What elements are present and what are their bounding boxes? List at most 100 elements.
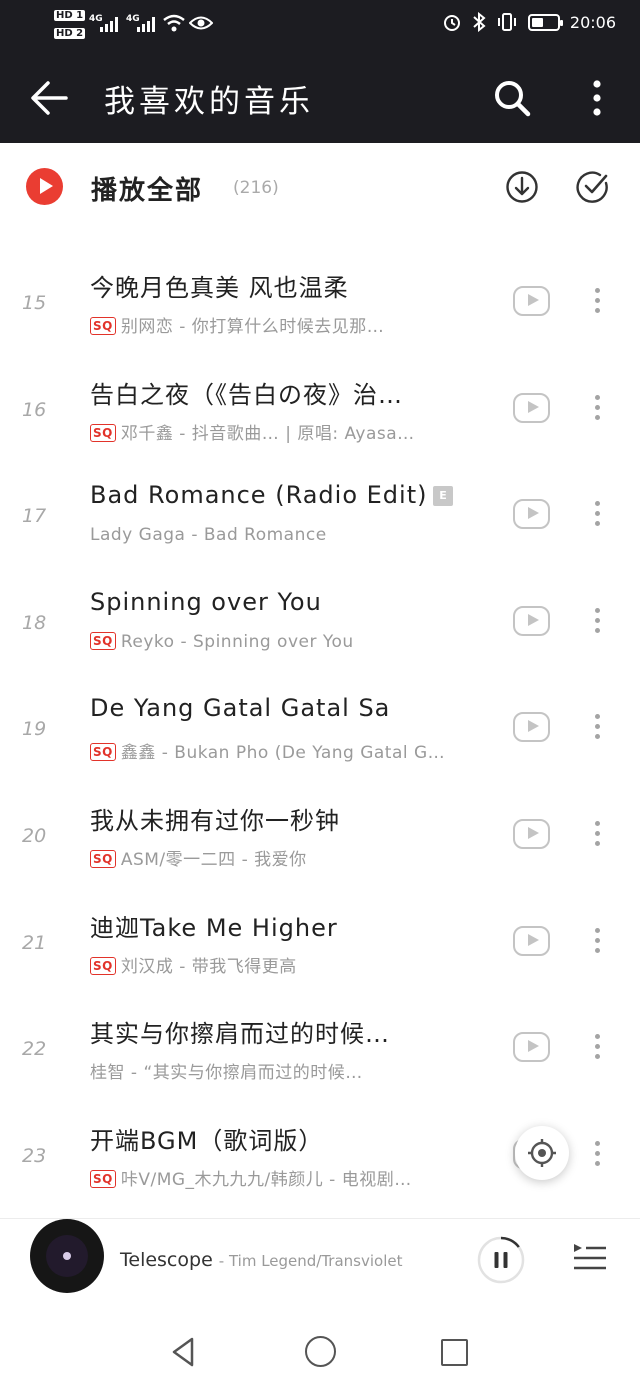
song-title-text: 其实与你擦肩而过的时候… <box>90 1020 390 1049</box>
song-title-text: De Yang Gatal Gatal Sa <box>90 694 391 723</box>
song-index: 16 <box>22 398 47 421</box>
song-index: 21 <box>22 931 47 954</box>
download-icon[interactable] <box>505 170 539 204</box>
mv-play-icon[interactable] <box>513 286 550 316</box>
status-bar: HD 1 HD 2 4G 4G 20:06 <box>0 0 640 50</box>
song-subtitle-text: 别网恋 - 你打算什么时候去见那… <box>120 317 385 337</box>
signal2-icon <box>137 16 155 32</box>
now-playing-artist: - Tim Legend/Transviolet <box>218 1252 403 1270</box>
song-title-text: Spinning over You <box>90 587 322 616</box>
now-playing-title: Telescope <box>120 1249 213 1271</box>
more-vertical-icon[interactable] <box>582 78 612 118</box>
song-title: 迪迦Take Me Higher <box>90 908 500 943</box>
song-row[interactable]: 16 告白之夜（《告白の夜》治… SQ 邓千鑫 - 抖音歌曲… | 原唱: Aya… <box>0 359 640 466</box>
song-subtitle: SQ 别网恋 - 你打算什么时候去见那… <box>90 312 500 337</box>
song-subtitle-text: Reyko - Spinning over You <box>120 631 354 652</box>
mv-play-icon[interactable] <box>513 1032 550 1063</box>
song-row[interactable]: 22 其实与你擦肩而过的时候… 桂智 - “其实与你擦肩而过的时候… <box>0 998 640 1105</box>
mv-play-icon[interactable] <box>513 605 550 636</box>
play-icon[interactable] <box>26 168 63 205</box>
song-row[interactable]: 19 De Yang Gatal Gatal Sa SQ 鑫鑫 - Bukan P… <box>0 678 640 785</box>
sq-quality-badge: SQ <box>90 849 116 868</box>
sq-quality-badge: SQ <box>90 743 116 762</box>
now-playing-info[interactable]: Telescope - Tim Legend/Transviolet <box>120 1249 403 1271</box>
back-arrow-icon[interactable] <box>28 78 72 118</box>
sim2-indicator: HD 2 <box>54 28 87 39</box>
multi-select-check-icon[interactable] <box>576 170 610 204</box>
song-subtitle-text: 鑫鑫 - Bukan Pho (De Yang Gatal G… <box>120 743 446 764</box>
song-subtitle: SQ ASM/零一二四 - 我爱你 <box>90 845 500 870</box>
mini-player[interactable]: Telescope - Tim Legend/Transviolet <box>0 1218 640 1308</box>
song-row[interactable]: 20 我从未拥有过你一秒钟 SQ ASM/零一二四 - 我爱你 <box>0 785 640 892</box>
song-index: 23 <box>22 1144 47 1167</box>
song-row[interactable]: 15 今晚月色真美 风也温柔 SQ 别网恋 - 你打算什么时候去见那… <box>0 252 640 359</box>
row-more-icon[interactable] <box>590 927 604 958</box>
song-subtitle: Lady Gaga - Bad Romance <box>90 525 500 545</box>
song-title: De Yang Gatal Gatal Sa <box>90 694 500 722</box>
play-all-label: 播放全部 <box>91 176 204 206</box>
play-all-row[interactable]: 播放全部 (216) <box>0 150 640 226</box>
song-title-text: 迪迦Take Me Higher <box>90 913 338 942</box>
playlist-queue-icon[interactable] <box>572 1241 608 1273</box>
song-list: 15 今晚月色真美 风也温柔 SQ 别网恋 - 你打算什么时候去见那… 16 告白… <box>0 252 640 1211</box>
song-title: 今晚月色真美 风也温柔 <box>90 268 500 303</box>
song-title-text: 今晚月色真美 风也温柔 <box>90 274 349 302</box>
row-more-icon[interactable] <box>590 714 604 744</box>
bluetooth-icon <box>473 12 486 32</box>
alarm-icon <box>443 15 460 31</box>
song-row[interactable]: 17 Bad Romance (Radio Edit) E Lady Gaga -… <box>0 465 640 572</box>
row-more-icon[interactable] <box>590 394 604 425</box>
battery-level <box>531 17 543 27</box>
song-index: 18 <box>22 611 47 634</box>
mv-play-icon[interactable] <box>513 925 550 956</box>
sq-quality-badge: SQ <box>90 1169 116 1188</box>
row-more-icon[interactable] <box>590 820 604 851</box>
row-more-icon[interactable] <box>590 1140 604 1171</box>
sq-quality-badge: SQ <box>90 423 116 442</box>
explicit-badge: E <box>433 486 454 507</box>
nav-recents-icon[interactable] <box>441 1339 468 1366</box>
row-more-icon[interactable] <box>590 607 604 638</box>
song-subtitle-text: ASM/零一二四 - 我爱你 <box>120 849 307 870</box>
song-subtitle: 桂智 - “其实与你擦肩而过的时候… <box>90 1058 500 1083</box>
song-index: 20 <box>22 824 47 847</box>
song-title: 告白之夜（《告白の夜》治… <box>90 375 500 410</box>
song-title-text: 告白之夜（《告白の夜》治… <box>90 380 403 409</box>
search-icon[interactable] <box>492 78 532 118</box>
song-title: 其实与你擦肩而过的时候… <box>90 1014 500 1049</box>
row-more-icon[interactable] <box>590 1034 604 1064</box>
song-title: Bad Romance (Radio Edit) E <box>90 481 500 509</box>
signal1-icon <box>100 16 118 32</box>
album-art-disc[interactable] <box>30 1219 104 1293</box>
sq-quality-badge: SQ <box>90 631 116 650</box>
song-row[interactable]: 18 Spinning over You SQ Reyko - Spinning … <box>0 572 640 679</box>
status-right: 20:06 <box>442 12 616 32</box>
sim1-indicator: HD 1 <box>54 10 87 21</box>
song-subtitle: SQ 邓千鑫 - 抖音歌曲… | 原唱: Ayasa… <box>90 419 500 444</box>
pause-button[interactable] <box>476 1235 526 1285</box>
page-title: 我喜欢的音乐 <box>104 84 314 120</box>
mv-play-icon[interactable] <box>513 499 550 530</box>
row-more-icon[interactable] <box>590 288 604 318</box>
song-subtitle: SQ 刘汉成 - 带我飞得更高 <box>90 952 500 977</box>
mv-play-icon[interactable] <box>513 392 550 423</box>
locate-current-button[interactable] <box>515 1126 569 1180</box>
song-index: 15 <box>22 292 47 314</box>
locate-target-icon <box>528 1139 556 1167</box>
nav-home-icon[interactable] <box>305 1336 336 1367</box>
song-subtitle-text: 桂智 - “其实与你擦肩而过的时候… <box>90 1063 363 1084</box>
song-row[interactable]: 21 迪迦Take Me Higher SQ 刘汉成 - 带我飞得更高 <box>0 892 640 999</box>
song-title-text: 我从未拥有过你一秒钟 <box>90 806 340 835</box>
mv-play-icon[interactable] <box>513 712 550 743</box>
vibrate-icon <box>497 13 516 31</box>
app-toolbar: 我喜欢的音乐 <box>0 60 640 136</box>
song-index: 22 <box>22 1038 47 1061</box>
top-header: HD 1 HD 2 4G 4G 20:06 我喜欢的音乐 <box>0 0 640 143</box>
mv-play-icon[interactable] <box>513 818 550 849</box>
sim2-label: HD 2 <box>54 28 86 39</box>
row-more-icon[interactable] <box>590 501 604 531</box>
status-time: 20:06 <box>569 12 616 32</box>
nav-back-icon[interactable] <box>170 1336 196 1368</box>
song-subtitle: SQ 咔V/MG_木九九九/韩颜儿 - 电视剧… <box>90 1165 500 1190</box>
sq-quality-badge: SQ <box>90 956 116 975</box>
